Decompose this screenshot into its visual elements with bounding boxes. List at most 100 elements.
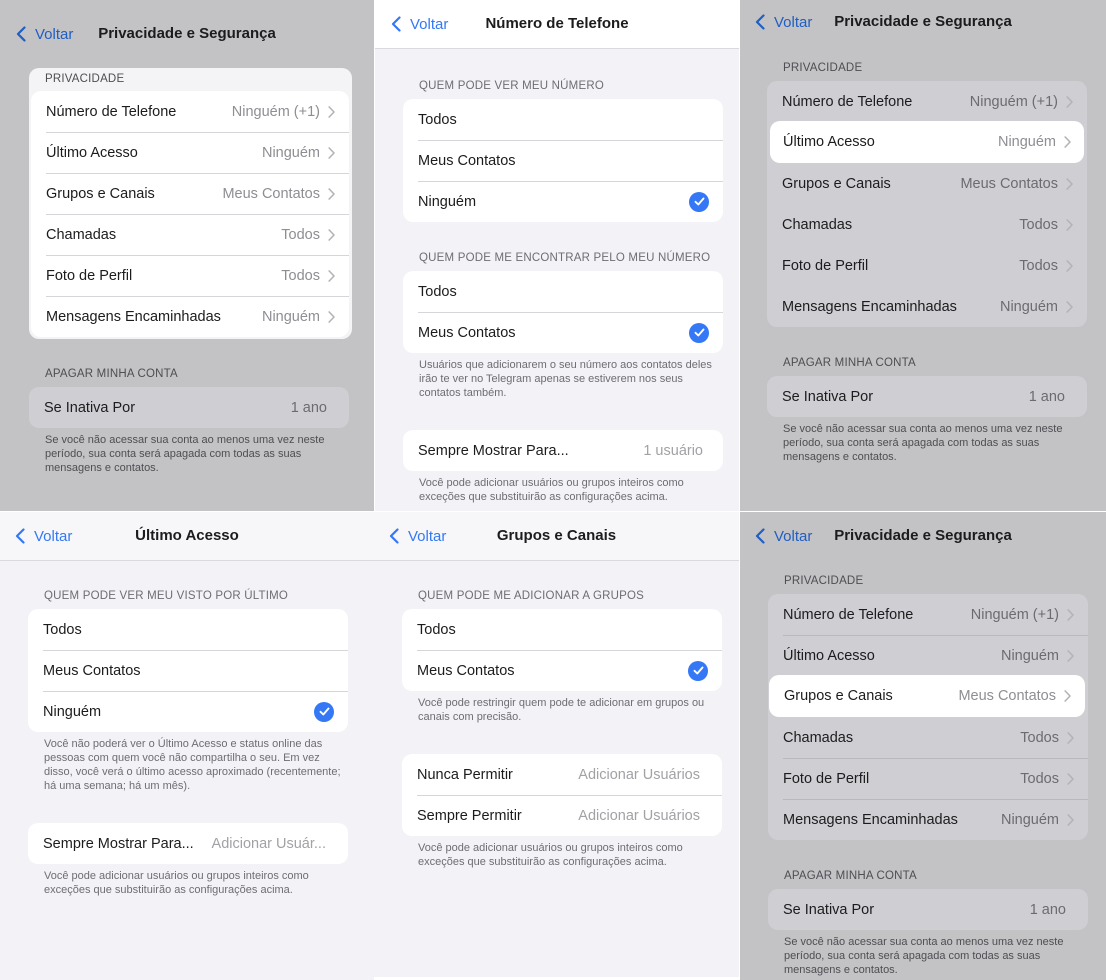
page-title: Último Acesso (135, 527, 239, 544)
option-label: Ninguém (418, 193, 477, 210)
inactive-period-row[interactable]: Se Inativa Por 1 ano (767, 376, 1087, 417)
item-label: Número de Telefone (46, 103, 177, 120)
privacy-item-phone-number[interactable]: Número de Telefone Ninguém (+1) (768, 594, 1088, 635)
chevron-right-icon (328, 270, 335, 282)
delete-account-footer: Se você não acessar sua conta ao menos u… (783, 423, 1063, 463)
item-value: Ninguém (+1) (969, 93, 1058, 110)
item-value: 1 ano (1028, 388, 1065, 405)
option-my-contacts[interactable]: Meus Contatos (403, 312, 723, 353)
privacy-item-profile-photo[interactable]: Foto de Perfil Todos (767, 245, 1087, 286)
item-value: Todos (1020, 770, 1059, 787)
privacy-item-calls[interactable]: Chamadas Todos (768, 717, 1088, 758)
item-value: Ninguém (+1) (970, 606, 1059, 623)
item-value: 1 ano (290, 399, 327, 416)
option-my-contacts[interactable]: Meus Contatos (28, 650, 348, 691)
checkmark-circle-icon (688, 660, 708, 681)
option-my-contacts[interactable]: Meus Contatos (403, 140, 723, 181)
last-seen-footer: Você não poderá ver o Último Acesso e st… (44, 738, 341, 792)
privacy-item-forwarded-messages[interactable]: Mensagens Encaminhadas Ninguém (768, 799, 1088, 840)
nav-bar: Voltar Privacidade e Segurança (740, 512, 1106, 560)
privacy-item-calls[interactable]: Chamadas Todos (767, 204, 1087, 245)
option-label: Meus Contatos (43, 662, 141, 679)
privacy-list: Número de Telefone Ninguém (+1) Último A… (768, 594, 1088, 840)
option-nobody[interactable]: Ninguém (28, 691, 348, 732)
page-title: Privacidade e Segurança (834, 527, 1012, 544)
section-header-privacy: PRIVACIDADE (45, 73, 125, 85)
item-value: Ninguém (261, 144, 320, 161)
checkmark-circle-icon (689, 191, 709, 212)
item-label: Chamadas (783, 729, 854, 746)
item-value: Ninguém (997, 134, 1056, 150)
privacy-item-groups-channels[interactable]: Grupos e Canais Meus Contatos (767, 163, 1087, 204)
option-label: Todos (417, 621, 456, 638)
section-header-privacy: PRIVACIDADE (783, 62, 863, 74)
never-allow-row[interactable]: Nunca Permitir Adicionar Usuários (402, 754, 722, 795)
privacy-item-last-seen[interactable]: Último Acesso Ninguém (770, 121, 1084, 163)
inactive-period-row[interactable]: Se Inativa Por 1 ano (768, 889, 1088, 930)
privacy-item-profile-photo[interactable]: Foto de Perfil Todos (768, 758, 1088, 799)
section-header-delete-account: APAGAR MINHA CONTA (784, 870, 917, 882)
option-label: Todos (418, 283, 457, 300)
privacy-item-forwarded-messages[interactable]: Mensagens Encaminhadas Ninguém (31, 296, 349, 337)
privacy-item-last-seen[interactable]: Último Acesso Ninguém (768, 635, 1088, 676)
item-label: Foto de Perfil (782, 257, 869, 274)
option-everyone[interactable]: Todos (403, 99, 723, 140)
privacy-item-phone-number[interactable]: Número de Telefone Ninguém (+1) (767, 81, 1087, 122)
chevron-right-icon (1067, 609, 1074, 621)
privacy-list: Número de Telefone Ninguém (+1) Grupos e… (767, 81, 1087, 327)
item-value: Todos (1020, 729, 1059, 746)
item-value: Todos (281, 226, 320, 243)
nav-bar: Voltar Privacidade e Segurança (0, 10, 374, 58)
privacy-item-groups-channels[interactable]: Grupos e Canais Meus Contatos (31, 173, 349, 214)
section-header-delete-account: APAGAR MINHA CONTA (45, 368, 178, 380)
option-label: Meus Contatos (418, 324, 516, 341)
last-seen-options: Todos Meus Contatos Ninguém (28, 609, 348, 732)
highlighted-last-seen[interactable]: Último Acesso Ninguém (770, 121, 1084, 163)
item-value: 1 ano (1029, 901, 1066, 918)
item-label: Grupos e Canais (784, 688, 893, 704)
item-value: Adicionar Usuár... (211, 835, 326, 852)
option-everyone[interactable]: Todos (28, 609, 348, 650)
privacy-item-calls[interactable]: Chamadas Todos (31, 214, 349, 255)
option-my-contacts[interactable]: Meus Contatos (402, 650, 722, 691)
chevron-right-icon (1067, 773, 1074, 785)
item-label: Se Inativa Por (44, 399, 136, 416)
item-label: Grupos e Canais (782, 175, 891, 192)
item-value: Adicionar Usuários (578, 807, 700, 824)
option-everyone[interactable]: Todos (402, 609, 722, 650)
option-label: Meus Contatos (418, 152, 516, 169)
chevron-right-icon (328, 188, 335, 200)
who-can-add-footer: Você pode restringir quem pode te adicio… (418, 697, 705, 723)
exceptions-list: Sempre Mostrar Para... Adicionar Usuár..… (28, 823, 348, 864)
option-nobody[interactable]: Ninguém (403, 181, 723, 222)
chevron-right-icon (328, 229, 335, 241)
always-allow-row[interactable]: Sempre Permitir Adicionar Usuários (402, 795, 722, 836)
chevron-right-icon (328, 311, 335, 323)
option-everyone[interactable]: Todos (403, 271, 723, 312)
item-value: Adicionar Usuários (578, 766, 700, 783)
privacy-item-groups-channels[interactable]: Grupos e Canais Meus Contatos (769, 675, 1085, 717)
highlighted-groups-channels[interactable]: Grupos e Canais Meus Contatos (769, 675, 1085, 717)
chevron-right-icon (1066, 219, 1073, 231)
item-value: 1 usuário (643, 442, 703, 459)
chevron-right-icon (1064, 136, 1071, 148)
privacy-item-forwarded-messages[interactable]: Mensagens Encaminhadas Ninguém (767, 286, 1087, 327)
chevron-right-icon (1064, 690, 1071, 702)
exceptions-footer: Você pode adicionar usuários ou grupos i… (419, 477, 684, 503)
exceptions-list: Nunca Permitir Adicionar Usuários Sempre… (402, 754, 722, 836)
privacy-item-phone-number[interactable]: Número de Telefone Ninguém (+1) (31, 91, 349, 132)
item-label: Sempre Mostrar Para... (43, 835, 194, 852)
chevron-right-icon (328, 106, 335, 118)
delete-account-list: Se Inativa Por 1 ano (767, 376, 1087, 417)
privacy-item-last-seen[interactable]: Último Acesso Ninguém (31, 132, 349, 173)
item-value: Ninguém (261, 308, 320, 325)
chevron-right-icon (328, 147, 335, 159)
privacy-item-profile-photo[interactable]: Foto de Perfil Todos (31, 255, 349, 296)
chevron-right-icon (1066, 96, 1073, 108)
chevron-right-icon (1066, 178, 1073, 190)
item-label: Foto de Perfil (46, 267, 133, 284)
always-show-to-row[interactable]: Sempre Mostrar Para... Adicionar Usuár..… (28, 823, 348, 864)
item-value: Ninguém (999, 298, 1058, 315)
always-show-to-row[interactable]: Sempre Mostrar Para... 1 usuário (403, 430, 723, 471)
inactive-period-row[interactable]: Se Inativa Por 1 ano (29, 387, 349, 428)
